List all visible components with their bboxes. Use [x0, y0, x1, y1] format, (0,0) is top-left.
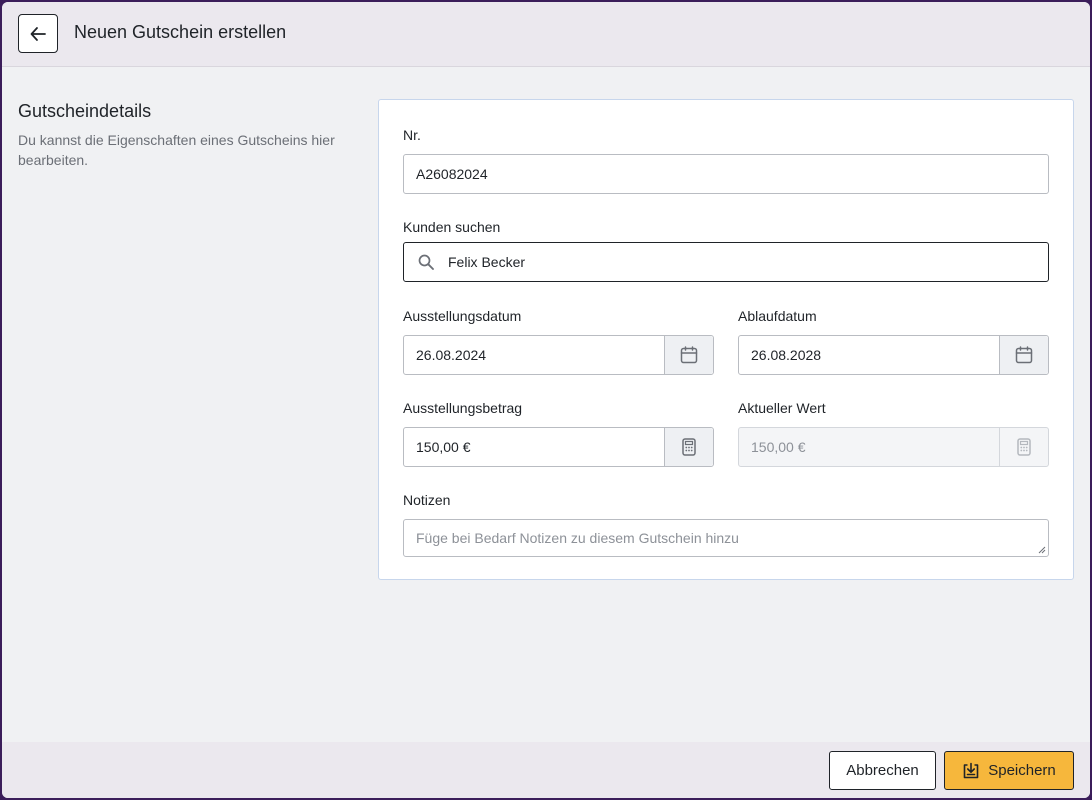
- calendar-icon: [1015, 346, 1033, 364]
- customer-search-value: Felix Becker: [448, 254, 526, 270]
- header-bar: Neuen Gutschein erstellen: [2, 2, 1090, 67]
- issue-amount-calculator-button[interactable]: [664, 428, 713, 466]
- number-label: Nr.: [403, 127, 421, 143]
- page-title: Neuen Gutschein erstellen: [74, 22, 287, 42]
- notes-label: Notizen: [403, 492, 451, 508]
- section-title: Gutscheindetails: [18, 101, 152, 121]
- resize-grip-icon[interactable]: [1038, 546, 1046, 554]
- save-button-label: Speichern: [988, 762, 1056, 779]
- number-input[interactable]: A26082024: [403, 154, 1049, 194]
- calendar-icon: [680, 346, 698, 364]
- issue-amount-value: 150,00 €: [416, 439, 471, 455]
- issue-date-value: 26.08.2024: [416, 347, 487, 363]
- notes-textarea[interactable]: Füge bei Bedarf Notizen zu diesem Gutsch…: [403, 519, 1049, 557]
- expiry-date-value: 26.08.2028: [751, 347, 822, 363]
- current-value-value: 150,00 €: [751, 439, 806, 455]
- current-value-label: Aktueller Wert: [738, 400, 826, 416]
- section-description: Du kannst die Eigenschaften eines Gutsch…: [18, 132, 335, 168]
- customer-search-label: Kunden suchen: [403, 219, 501, 235]
- issue-date-label: Ausstellungsdatum: [403, 308, 522, 324]
- notes-placeholder: Füge bei Bedarf Notizen zu diesem Gutsch…: [416, 530, 739, 546]
- cancel-button-label: Abbrechen: [846, 762, 919, 779]
- dialog-window: Neuen Gutschein erstellen Gutscheindetai…: [2, 2, 1090, 798]
- expiry-date-picker-button[interactable]: [999, 336, 1048, 374]
- footer-bar: Abbrechen Speichern: [2, 742, 1090, 798]
- save-button[interactable]: Speichern: [944, 751, 1074, 790]
- issue-amount-input[interactable]: 150,00 €: [403, 427, 714, 467]
- expiry-date-input[interactable]: 26.08.2028: [738, 335, 1049, 375]
- issue-date-input[interactable]: 26.08.2024: [403, 335, 714, 375]
- section-info: Gutscheindetails Du kannst die Eigenscha…: [18, 101, 368, 170]
- save-tray-icon: [963, 762, 979, 778]
- voucher-form-card: Nr. A26082024 Kunden suchen Felix Becker…: [378, 99, 1074, 580]
- expiry-date-label: Ablaufdatum: [738, 308, 817, 324]
- back-button[interactable]: [18, 14, 58, 53]
- search-icon: [418, 254, 434, 270]
- issue-date-picker-button[interactable]: [664, 336, 713, 374]
- customer-search-input[interactable]: Felix Becker: [403, 242, 1049, 282]
- arrow-left-icon: [30, 26, 46, 41]
- current-value-calculator-button: [999, 428, 1048, 466]
- issue-amount-label: Ausstellungsbetrag: [403, 400, 523, 416]
- calculator-icon: [1017, 438, 1031, 456]
- calculator-icon: [682, 438, 696, 456]
- current-value-input: 150,00 €: [738, 427, 1049, 467]
- cancel-button[interactable]: Abbrechen: [829, 751, 936, 790]
- number-value: A26082024: [416, 166, 488, 182]
